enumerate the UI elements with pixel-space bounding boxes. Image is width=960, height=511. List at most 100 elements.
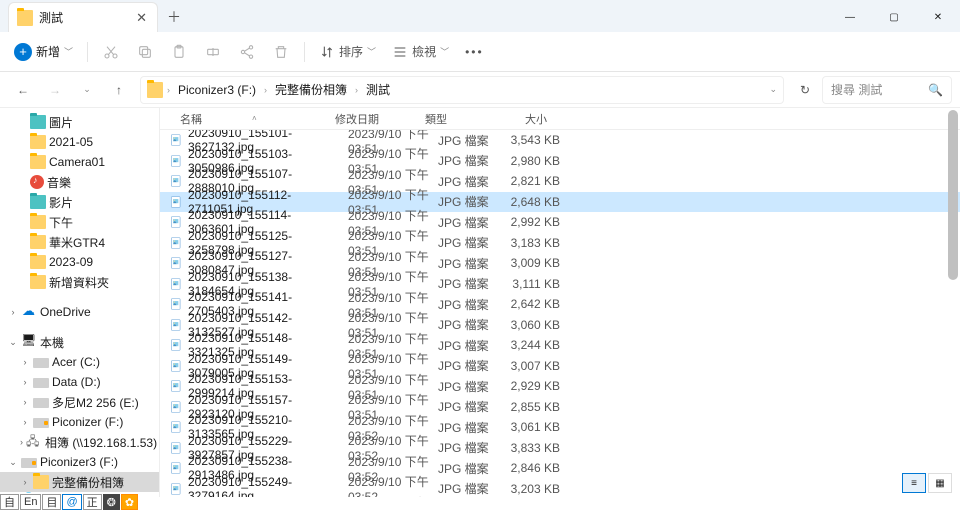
file-type: JPG 檔案: [438, 132, 503, 149]
col-size[interactable]: 大小: [490, 111, 555, 127]
file-type: JPG 檔案: [438, 214, 503, 231]
file-type: JPG 檔案: [438, 398, 503, 415]
ime-button[interactable]: @: [62, 494, 81, 510]
col-date[interactable]: 修改日期: [335, 111, 425, 127]
file-size: 2,821 KB: [503, 174, 568, 188]
sidebar-item-drive[interactable]: › 多尼M2 256 (E:): [0, 392, 159, 412]
col-type[interactable]: 類型: [425, 111, 490, 127]
image-file-icon: [168, 440, 184, 456]
up-button[interactable]: ↑: [104, 75, 134, 105]
cut-button[interactable]: [96, 37, 126, 67]
chevron-down-icon[interactable]: ⌄: [769, 84, 777, 95]
chevron-right-icon[interactable]: ›: [20, 397, 30, 407]
more-button[interactable]: •••: [459, 37, 490, 67]
sidebar-item-onedrive[interactable]: › OneDrive: [0, 302, 159, 322]
file-type: JPG 檔案: [438, 296, 503, 313]
label: 音樂: [47, 174, 71, 191]
ime-button[interactable]: ❂: [103, 494, 120, 510]
label: 2023-09: [49, 255, 93, 269]
chevron-down-icon[interactable]: ⌄: [8, 337, 18, 348]
scrollbar[interactable]: [948, 110, 958, 485]
file-type: JPG 檔案: [438, 255, 503, 272]
close-tab-icon[interactable]: ✕: [136, 11, 147, 24]
window-tab[interactable]: 測試 ✕: [8, 2, 158, 32]
file-type: JPG 檔案: [438, 419, 503, 436]
close-window-button[interactable]: ✕: [916, 2, 960, 32]
file-list[interactable]: 20230910_155101-3627132.jpg2023/9/10 下午 …: [160, 130, 960, 497]
sidebar-item[interactable]: 2021-05: [0, 132, 159, 152]
maximize-button[interactable]: ▢: [872, 2, 916, 32]
view-button[interactable]: 檢視 ﹀: [386, 37, 455, 67]
sidebar-item-music[interactable]: 音樂: [0, 172, 159, 192]
share-button[interactable]: [232, 37, 262, 67]
sidebar-item-backup-album[interactable]: ›完整備份相簿: [0, 472, 159, 492]
file-type: JPG 檔案: [438, 439, 503, 456]
chevron-right-icon[interactable]: ›: [20, 377, 30, 387]
sort-button[interactable]: 排序 ﹀: [313, 37, 382, 67]
ime-button[interactable]: 目: [42, 494, 61, 510]
delete-button[interactable]: [266, 37, 296, 67]
sidebar-item-drive[interactable]: ›Piconizer (F:): [0, 412, 159, 432]
sidebar-item-netdrive[interactable]: › 相簿 (\\192.168.1.53) (Z:): [0, 432, 159, 452]
breadcrumb-folder[interactable]: 完整備份相簿: [271, 79, 351, 100]
sidebar-item[interactable]: 華米GTR4: [0, 232, 159, 252]
breadcrumb-drive[interactable]: Piconizer3 (F:): [174, 81, 260, 99]
sidebar-item-videos[interactable]: 影片: [0, 192, 159, 212]
col-name[interactable]: 名稱˄: [180, 111, 335, 127]
chevron-right-icon[interactable]: ›: [20, 477, 30, 487]
sidebar[interactable]: 圖片 2021-05 Camera01 音樂 影片 下午 華米GTR4 2023…: [0, 108, 160, 497]
ime-button[interactable]: 正: [83, 494, 102, 510]
label: 相簿 (\\192.168.1.53) (Z:): [45, 434, 160, 451]
sidebar-item[interactable]: 下午: [0, 212, 159, 232]
breadcrumb-folder[interactable]: 測試: [362, 79, 394, 100]
sidebar-item-drive[interactable]: ›Acer (C:): [0, 352, 159, 372]
copy-button[interactable]: [130, 37, 160, 67]
ime-button[interactable]: ✿: [121, 494, 138, 510]
column-headers[interactable]: 名稱˄ 修改日期 類型 大小: [160, 108, 960, 130]
scroll-thumb[interactable]: [948, 110, 958, 280]
label: Camera01: [49, 155, 105, 169]
thumbnails-view-button[interactable]: ▦: [928, 473, 952, 493]
file-type: JPG 檔案: [438, 275, 503, 292]
view-switcher: ≡ ▦: [902, 473, 952, 493]
label: 影片: [49, 194, 73, 211]
label: OneDrive: [40, 305, 91, 319]
sidebar-item-drive[interactable]: ›Data (D:): [0, 372, 159, 392]
address-bar[interactable]: › Piconizer3 (F:) › 完整備份相簿 › 測試 ⌄: [140, 76, 784, 104]
folder-icon: [33, 475, 49, 489]
sidebar-item[interactable]: Camera01: [0, 152, 159, 172]
sidebar-item-drive[interactable]: ⌄Piconizer3 (F:): [0, 452, 159, 472]
label: 多尼M2 256 (E:): [52, 394, 139, 411]
paste-button[interactable]: [164, 37, 194, 67]
new-tab-button[interactable]: ＋: [158, 2, 190, 32]
sidebar-item[interactable]: 2023-09: [0, 252, 159, 272]
file-size: 3,111 KB: [503, 277, 568, 291]
chevron-down-icon[interactable]: ⌄: [8, 457, 18, 468]
file-type: JPG 檔案: [438, 480, 503, 497]
chevron-right-icon[interactable]: ›: [8, 307, 18, 317]
ime-toolbar: 自 En 目 @ 正 ❂ ✿: [0, 493, 138, 511]
rename-button[interactable]: [198, 37, 228, 67]
forward-button[interactable]: →: [40, 75, 70, 105]
separator: [87, 42, 88, 62]
image-file-icon: [168, 153, 184, 169]
chevron-right-icon[interactable]: ›: [20, 417, 30, 427]
back-button[interactable]: ←: [8, 75, 38, 105]
refresh-button[interactable]: ↻: [790, 75, 820, 105]
chevron-right-icon[interactable]: ›: [20, 437, 23, 447]
search-input[interactable]: 搜尋 測試 🔍: [822, 76, 952, 104]
image-file-icon: [168, 337, 184, 353]
sidebar-item-thispc[interactable]: ⌄本機: [0, 332, 159, 352]
sidebar-item-pictures[interactable]: 圖片: [0, 112, 159, 132]
details-view-button[interactable]: ≡: [902, 473, 926, 493]
image-file-icon: [168, 194, 184, 210]
file-row[interactable]: 20230910_155249-3279164.jpg2023/9/10 下午 …: [160, 479, 960, 498]
ime-button[interactable]: 自: [0, 494, 19, 510]
video-icon: [30, 195, 46, 209]
chevron-right-icon[interactable]: ›: [20, 357, 30, 367]
ime-button[interactable]: En: [20, 494, 41, 510]
minimize-button[interactable]: —: [828, 2, 872, 32]
sidebar-item[interactable]: 新增資料夾: [0, 272, 159, 292]
recent-dropdown[interactable]: ⌄: [72, 75, 102, 105]
new-button[interactable]: + 新增 ﹀: [8, 37, 79, 67]
